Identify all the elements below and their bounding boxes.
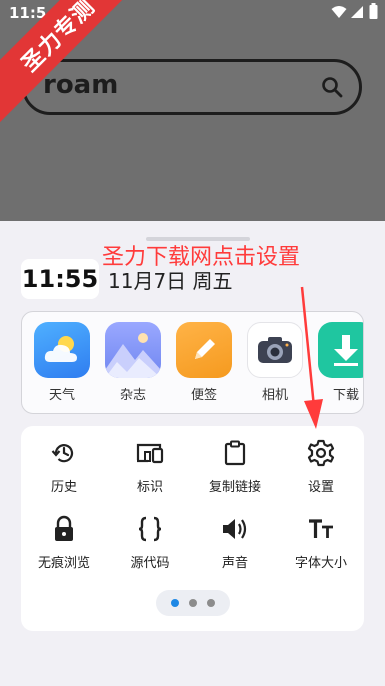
app-label: 便签	[190, 388, 217, 403]
menu-item-label: 标识	[136, 480, 163, 495]
page-dot[interactable]	[207, 599, 215, 607]
menu-item-source-code[interactable]: 源代码	[107, 514, 193, 571]
menu-item-history[interactable]: 历史	[21, 438, 107, 495]
notes-icon	[176, 322, 232, 378]
search-bar[interactable]: roam	[22, 59, 362, 115]
app-weather[interactable]: 天气	[32, 322, 92, 403]
gear-icon	[307, 439, 335, 467]
clock-chip: 11:55	[21, 259, 99, 299]
menu-item-settings[interactable]: 设置	[278, 438, 364, 495]
search-input[interactable]: roam	[43, 70, 118, 100]
menu-item-label: 字体大小	[294, 556, 347, 571]
menu-item-label: 历史	[50, 480, 77, 495]
app-notes[interactable]: 便签	[174, 322, 234, 403]
menu-item-identity[interactable]: 标识	[107, 438, 193, 495]
page-indicator[interactable]	[156, 590, 230, 616]
devices-icon	[136, 443, 164, 464]
app-label: 天气	[48, 388, 75, 403]
menu-item-label: 声音	[221, 556, 248, 571]
clipboard-icon	[224, 440, 246, 466]
menu-item-label: 设置	[307, 480, 334, 495]
menu-item-font-size[interactable]: 字体大小	[278, 514, 364, 571]
menu-item-incognito[interactable]: 无痕浏览	[21, 514, 107, 571]
history-icon	[51, 444, 74, 463]
date-text: 11月7日 周五	[108, 269, 233, 293]
menu-item-sound[interactable]: 声音	[192, 514, 278, 571]
magazine-icon	[105, 322, 161, 378]
speaker-icon	[223, 519, 247, 539]
code-braces-icon	[138, 516, 162, 542]
menu-item-label: 复制链接	[208, 480, 261, 495]
menu-item-copy-link[interactable]: 复制链接	[192, 438, 278, 495]
bottom-sheet: 圣力下载网点击设置 11:55 11月7日 周五 天气 杂志 便签 相机 下载 …	[0, 221, 385, 686]
wifi-icon	[331, 6, 347, 18]
app-label: 杂志	[119, 388, 146, 403]
battery-icon	[369, 3, 378, 19]
lock-icon	[55, 515, 73, 541]
search-icon[interactable]	[321, 76, 343, 98]
annotation-arrow-icon	[300, 286, 323, 429]
font-size-icon	[309, 519, 333, 538]
page-dot[interactable]	[189, 599, 197, 607]
signal-icon	[351, 6, 363, 18]
menu-grid: 历史 标识 复制链接 设置 无痕浏览 源代码 声音 字体大小	[21, 426, 364, 631]
page-dot-active[interactable]	[171, 599, 179, 607]
menu-item-label: 源代码	[130, 556, 170, 571]
weather-icon	[34, 322, 90, 378]
app-magazine[interactable]: 杂志	[103, 322, 163, 403]
menu-item-label: 无痕浏览	[37, 556, 90, 571]
